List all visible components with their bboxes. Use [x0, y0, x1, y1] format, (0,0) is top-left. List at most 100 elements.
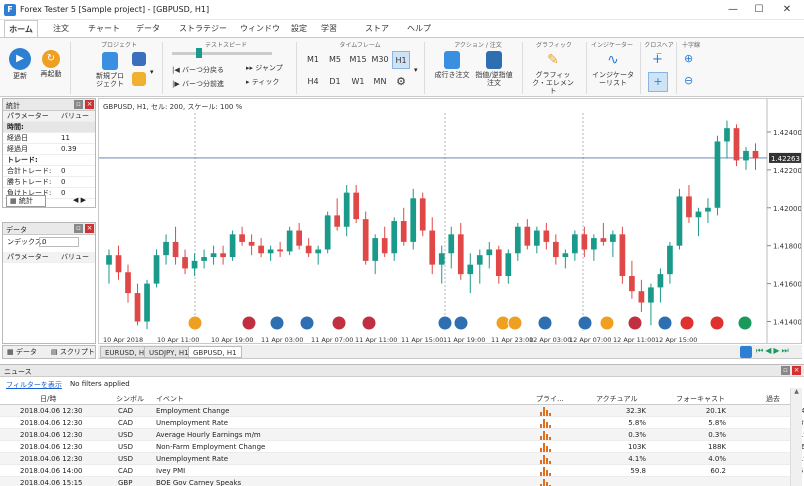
pending-order-button[interactable]: 指値/逆指値注文 — [474, 51, 514, 87]
news-header: ニュース ▫ × — [0, 365, 804, 377]
graphic-elements-button[interactable]: ✎ グラフィック・エレメント — [530, 51, 576, 95]
tab-settings[interactable]: 設定 — [286, 20, 312, 37]
minimize-button[interactable]: — — [724, 3, 742, 17]
script-tab-label: スクリプト — [59, 348, 95, 356]
col-event[interactable]: イベント — [156, 393, 184, 405]
project-dropdown-icon[interactable]: ▾ — [150, 68, 154, 76]
candlestick-chart[interactable]: 1.42400 1.42200 1.42000 1.41800 1.41600 1.414… — [99, 99, 802, 344]
price-chart[interactable]: 1.42400 1.42200 1.42000 1.41800 1.41600 1.414… — [98, 98, 802, 344]
restart-button[interactable]: ↻ 再起動 — [36, 50, 66, 78]
tab-data-panel[interactable]: ▦ データ — [7, 347, 37, 357]
tab-navigation-icons[interactable]: ⏮◀▶⏭ — [756, 346, 791, 356]
news-row[interactable]: 2018.04.06 12:30 USD Non-Farm Employment C… — [0, 441, 804, 453]
news-row[interactable]: 2018.04.06 14:00CADIvey PMI59.860.255.6 — [0, 465, 804, 477]
tf-w1[interactable]: W1 — [348, 73, 368, 91]
restore-icon[interactable]: ▫ — [74, 100, 83, 109]
tab-strategy[interactable]: ストラテジー — [172, 20, 234, 37]
tab-orders[interactable]: 注文 — [44, 20, 78, 37]
maximize-button[interactable]: ☐ — [750, 3, 768, 17]
zoom-in-icon[interactable]: ⊕ — [684, 52, 693, 65]
col-priority[interactable]: プライ... — [536, 393, 564, 405]
news-event-flag-icon — [599, 315, 615, 331]
crosshair-select-icon[interactable]: + — [648, 72, 668, 92]
news-time: 2018.04.06 12:30 — [20, 419, 83, 427]
candle-body — [267, 249, 274, 254]
chart-tab-gbpusd[interactable]: GBPUSD, H1 — [188, 346, 242, 358]
restore-icon[interactable]: ▫ — [781, 366, 790, 375]
pending-order-icon — [486, 51, 502, 69]
candle-body — [543, 230, 550, 242]
tf-m30[interactable]: M30 — [370, 51, 390, 69]
tf-m5[interactable]: M5 — [326, 51, 344, 69]
close-icon[interactable]: × — [85, 100, 94, 109]
tf-h1[interactable]: H1 — [392, 51, 410, 69]
jump-button[interactable]: ▸▸ ジャンプ — [246, 64, 286, 72]
tab-data[interactable]: データ — [130, 20, 166, 37]
market-order-button[interactable]: 成行き注文 — [432, 51, 472, 79]
tab-window[interactable]: ウィンドウ — [236, 20, 284, 37]
bar-next-button[interactable]: |▶ バーつ分前進 — [172, 80, 232, 88]
chart-tab-usdjpy[interactable]: USDJPY, H1 — [144, 346, 194, 358]
indicator-list-button[interactable]: ∿ インジケーターリスト — [592, 51, 634, 87]
close-icon[interactable]: × — [85, 224, 94, 233]
tab-help[interactable]: ヘルプ — [404, 20, 434, 37]
tf-m1[interactable]: M1 — [304, 51, 322, 69]
col-previous[interactable]: 過去 — [766, 393, 780, 405]
tab-store[interactable]: ストア — [362, 20, 392, 37]
stat-value: 0 — [61, 178, 66, 186]
close-button[interactable]: ✕ — [778, 3, 796, 17]
news-event-flag-icon — [679, 315, 695, 331]
timeframe-dropdown-icon[interactable]: ▾ — [414, 66, 418, 74]
tab-chart[interactable]: チャート — [84, 20, 124, 37]
stat-label: 経過月 — [7, 145, 28, 153]
candle-body — [476, 255, 483, 265]
zoom-out-icon[interactable]: ⊖ — [684, 74, 693, 87]
stats-tab[interactable]: ▦ 統計 — [6, 195, 46, 207]
chart-layout-icon[interactable] — [740, 346, 752, 358]
tab-home[interactable]: ホーム — [4, 20, 38, 37]
stat-label: トレード: — [7, 156, 38, 164]
news-forecast: 60.2 — [710, 467, 726, 475]
update-button[interactable]: ▶ 更新 — [6, 48, 34, 80]
tick-button[interactable]: ▸ ティック — [246, 78, 286, 86]
candle-body — [343, 192, 350, 227]
folder-icon[interactable] — [132, 72, 146, 86]
save-icon[interactable] — [132, 52, 146, 66]
tab-script-panel[interactable]: ▤ スクリプト — [51, 347, 95, 357]
tf-h4[interactable]: H4 — [304, 73, 322, 91]
restore-icon[interactable]: ▫ — [74, 224, 83, 233]
col-actual[interactable]: アクチュアル — [596, 393, 637, 405]
candle-body — [125, 272, 131, 294]
stat-value: 0 — [61, 189, 66, 197]
close-icon[interactable]: × — [792, 366, 801, 375]
news-event: Unemployment Rate — [156, 455, 229, 463]
bar-back-button[interactable]: |◀ バーつ分戻る — [172, 66, 232, 74]
news-actual: 59.8 — [630, 467, 646, 475]
news-row[interactable]: 2018.04.06 12:30 USD Average Hourly Earnin… — [0, 429, 804, 441]
y-tick-label: 1.41800 — [773, 243, 802, 251]
col-symbol[interactable]: シンボル — [116, 393, 144, 405]
news-scrollbar[interactable]: ▲ — [790, 388, 802, 486]
tf-m15[interactable]: M15 — [348, 51, 368, 69]
show-filter-link[interactable]: フィルターを表示 — [6, 380, 62, 390]
col-time[interactable]: 日/時 — [40, 393, 56, 405]
col-forecast[interactable]: フォーキャスト — [676, 393, 725, 405]
index-input[interactable]: 0 — [39, 237, 79, 247]
news-row[interactable]: 2018.04.06 12:30 CAD Unemployment Rate 5.8%… — [0, 417, 804, 429]
scroll-up-icon[interactable]: ▲ — [791, 388, 802, 395]
tf-mn[interactable]: MN — [370, 73, 390, 91]
scroll-left-right-icon[interactable]: ◀ ▶ — [73, 196, 86, 204]
graphic-label: グラフィック・エレメント — [532, 71, 574, 95]
speed-slider-track[interactable] — [172, 52, 272, 55]
stats-row: トレード: — [3, 155, 95, 166]
stat-label: 合計トレード: — [7, 167, 52, 175]
gear-icon[interactable]: ⚙ — [392, 73, 410, 91]
tab-learn[interactable]: 学習 — [316, 20, 342, 37]
speed-slider-thumb[interactable] — [196, 48, 202, 58]
tf-d1[interactable]: D1 — [326, 73, 344, 91]
news-row[interactable]: 2018.04.06 12:30 CAD Employment Change 32.3… — [0, 405, 804, 417]
news-row[interactable]: 2018.04.06 12:30 USD Unemployment Rate 4.1%… — [0, 453, 804, 465]
news-row[interactable]: 2018.04.06 15:15 GBP BOE Gov Carney Speaks — [0, 477, 790, 486]
new-project-button[interactable]: 新規プロ ジェクト — [92, 52, 128, 88]
crosshair-icon[interactable]: + — [652, 52, 663, 67]
